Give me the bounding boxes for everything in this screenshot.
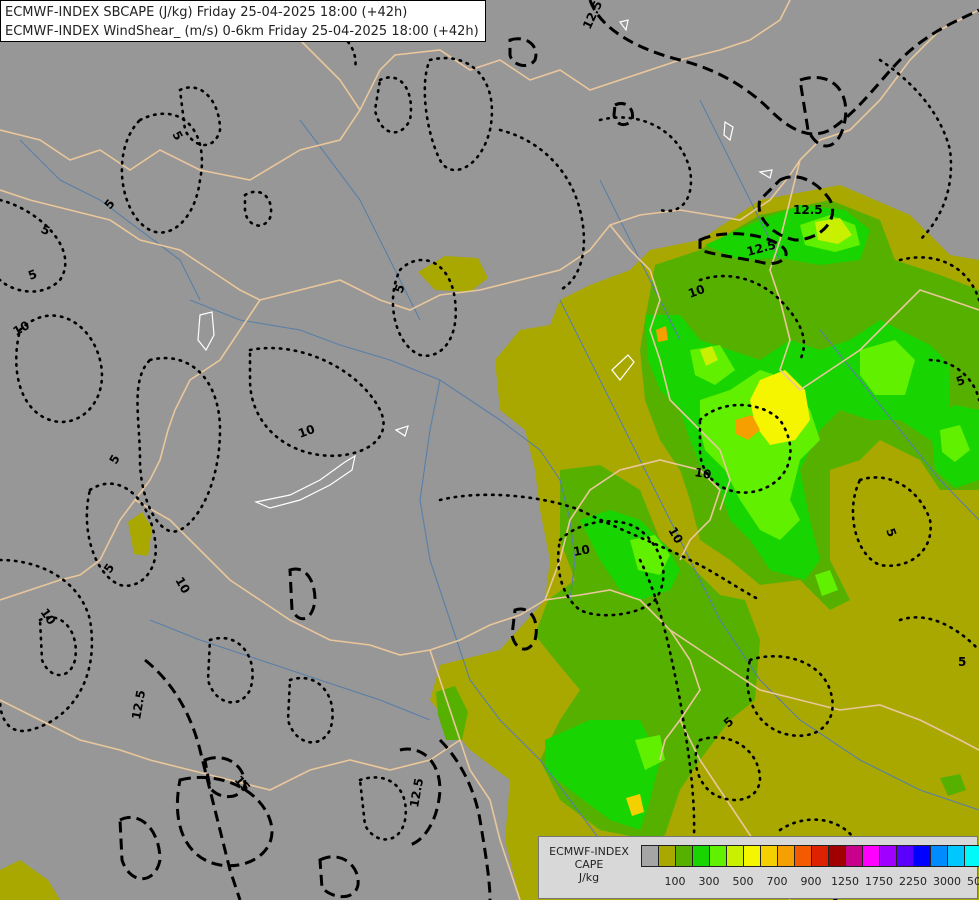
legend-swatch xyxy=(710,846,727,866)
legend-swatch xyxy=(693,846,710,866)
legend-swatch xyxy=(948,846,965,866)
map-title-box: ECMWF-INDEX SBCAPE (J/kg) Friday 25-04-2… xyxy=(0,0,486,42)
map-title-cape: ECMWF-INDEX SBCAPE (J/kg) Friday 25-04-2… xyxy=(5,5,408,20)
legend-tick-label: 300 xyxy=(698,875,720,888)
contour-label: 12.5 xyxy=(793,203,823,217)
contour-label: 10 xyxy=(693,465,712,482)
legend-tick-label: 700 xyxy=(766,875,788,888)
legend-tick-label: 100 xyxy=(664,875,686,888)
legend-swatch xyxy=(965,846,979,866)
legend-swatch xyxy=(642,846,659,866)
legend-swatch xyxy=(931,846,948,866)
legend-colorbar xyxy=(641,845,979,867)
legend-swatch xyxy=(880,846,897,866)
legend-swatch xyxy=(676,846,693,866)
legend-tick-label: 3000 xyxy=(933,875,961,888)
contour-label: 5 xyxy=(958,655,966,669)
legend-swatch xyxy=(812,846,829,866)
contour-label: 10 xyxy=(572,542,591,559)
legend-swatch xyxy=(897,846,914,866)
legend-swatch xyxy=(795,846,812,866)
map-title-windshear: ECMWF-INDEX WindShear_ (m/s) 0-6km Frida… xyxy=(5,24,479,39)
legend-swatch xyxy=(914,846,931,866)
legend-swatch xyxy=(761,846,778,866)
legend-swatch xyxy=(659,846,676,866)
legend-tick-label: 5000 xyxy=(967,875,979,888)
legend-swatch xyxy=(778,846,795,866)
legend-title-model: ECMWF-INDEX xyxy=(549,845,629,858)
legend-tick-label: 500 xyxy=(732,875,754,888)
legend-tick-label: 1750 xyxy=(865,875,893,888)
legend-swatch xyxy=(727,846,744,866)
weather-map: 5 10 5 10 5 10 10 5 5 10 5 5 10 10 10 5 … xyxy=(0,0,979,900)
legend-tick-label: 2250 xyxy=(899,875,927,888)
legend-ticks: 100 300 500 700 900 1250 1750 2250 3000 5000 xyxy=(539,875,979,889)
legend-swatch xyxy=(863,846,880,866)
legend-tick-label: 900 xyxy=(800,875,822,888)
legend-swatch xyxy=(829,846,846,866)
cape-legend: ECMWF-INDEX CAPE J/kg 100 300 500 700 900 125… xyxy=(538,836,979,899)
legend-swatch xyxy=(846,846,863,866)
legend-swatch xyxy=(744,846,761,866)
legend-tick-label: 1250 xyxy=(831,875,859,888)
legend-title-variable: CAPE xyxy=(574,858,604,871)
